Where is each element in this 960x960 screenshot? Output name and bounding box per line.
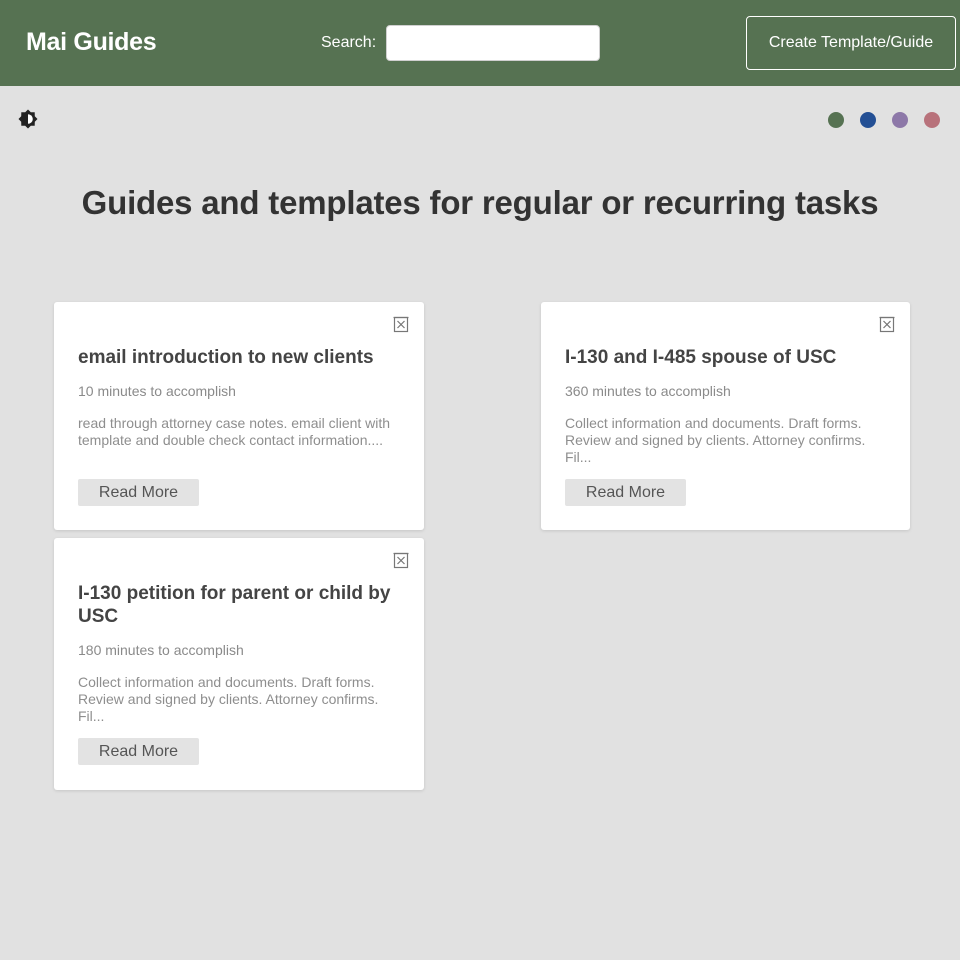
brand-title[interactable]: Mai Guides [26, 28, 157, 57]
card-time: 360 minutes to accomplish [565, 383, 731, 399]
card-time: 180 minutes to accomplish [78, 642, 244, 658]
card-title: I-130 and I-485 spouse of USC [565, 347, 837, 368]
card-description: Collect information and documents. Draft… [78, 674, 379, 724]
delete-box-icon [879, 316, 895, 333]
guide-card: I-130 petition for parent or child by US… [54, 538, 424, 790]
read-more-button[interactable]: Read More [78, 479, 199, 506]
app-root: Mai Guides Search: Create Template/Guide… [0, 0, 960, 960]
card-description: read through attorney case notes. email … [78, 415, 391, 448]
top-header: Mai Guides Search: Create Template/Guide [0, 0, 960, 86]
read-more-button[interactable]: Read More [78, 738, 199, 765]
swatch-purple[interactable] [892, 112, 908, 128]
search-label: Search: [321, 34, 377, 51]
delete-card-button[interactable] [392, 550, 410, 570]
card-time: 10 minutes to accomplish [78, 383, 236, 399]
card-title: email introduction to new clients [78, 347, 374, 368]
delete-card-button[interactable] [392, 314, 410, 334]
delete-card-button[interactable] [878, 314, 896, 334]
delete-box-icon [393, 316, 409, 333]
swatch-green[interactable] [828, 112, 844, 128]
guide-card: email introduction to new clients 10 min… [54, 302, 424, 530]
page-title: Guides and templates for regular or recu… [81, 184, 879, 221]
card-description: Collect information and documents. Draft… [565, 415, 866, 465]
delete-box-icon [393, 552, 409, 569]
read-more-button[interactable]: Read More [565, 479, 686, 506]
create-template-button[interactable]: Create Template/Guide [746, 16, 956, 70]
card-title: I-130 petition for parent or child by US… [78, 583, 391, 627]
swatch-blue[interactable] [860, 112, 876, 128]
guide-card: I-130 and I-485 spouse of USC 360 minute… [541, 302, 910, 530]
color-theme-swatches [0, 112, 960, 128]
swatch-rose[interactable] [924, 112, 940, 128]
search-input[interactable] [386, 25, 600, 61]
